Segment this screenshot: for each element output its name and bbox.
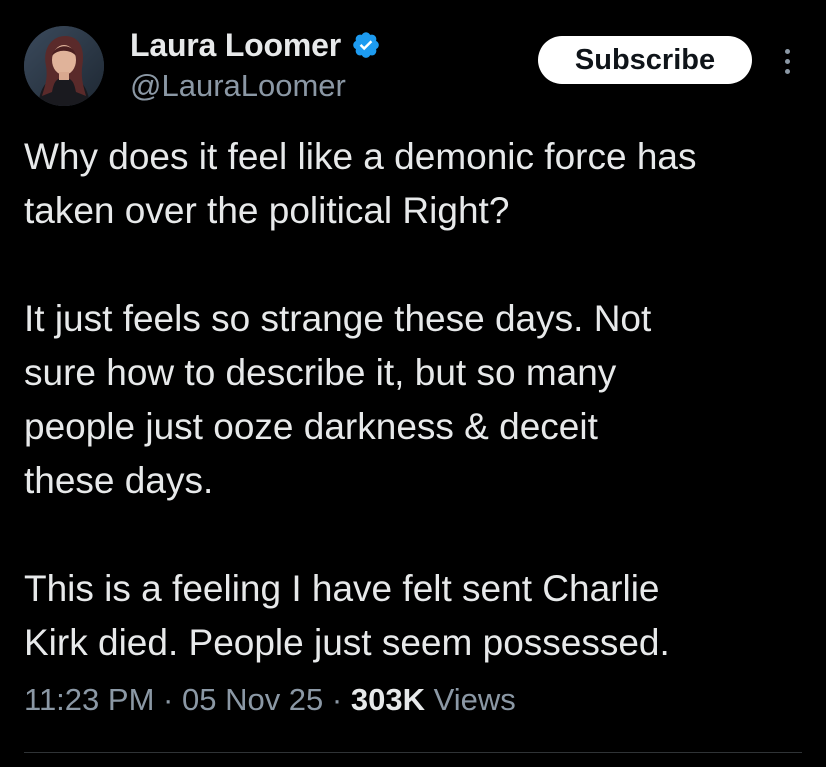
- author-names: Laura Loomer @LauraLoomer: [130, 26, 381, 104]
- tweet-paragraph: It just feels so strange these days. Not…: [24, 298, 652, 501]
- tweet-paragraph: Why does it feel like a demonic force ha…: [24, 136, 697, 231]
- more-dot: [784, 58, 790, 64]
- meta-separator: ·: [163, 682, 174, 717]
- tweet-meta: 11:23 PM · 05 Nov 25 · 303K Views: [24, 682, 516, 718]
- more-vertical-icon[interactable]: [772, 44, 802, 78]
- subscribe-button[interactable]: Subscribe: [538, 36, 752, 84]
- avatar-image: [24, 26, 104, 106]
- more-dot: [784, 68, 790, 74]
- tweet-header: Laura Loomer @LauraLoomer Subscribe: [24, 26, 802, 108]
- tweet-paragraph: This is a feeling I have felt sent Charl…: [24, 568, 670, 663]
- avatar[interactable]: [24, 26, 104, 106]
- post-date[interactable]: 05 Nov 25: [182, 682, 323, 717]
- more-dot: [784, 48, 790, 54]
- display-name[interactable]: Laura Loomer: [130, 27, 341, 64]
- display-name-row: Laura Loomer: [130, 26, 381, 64]
- verified-badge-icon: [351, 30, 381, 60]
- post-time[interactable]: 11:23 PM: [24, 682, 154, 717]
- tweet-text: Why does it feel like a demonic force ha…: [24, 130, 804, 670]
- divider: [24, 752, 802, 753]
- meta-separator: ·: [331, 682, 343, 717]
- views-label: Views: [433, 682, 516, 717]
- author-handle[interactable]: @LauraLoomer: [130, 68, 381, 104]
- views-count[interactable]: 303K: [351, 682, 425, 717]
- tweet-card: Laura Loomer @LauraLoomer Subscribe Why …: [0, 0, 826, 767]
